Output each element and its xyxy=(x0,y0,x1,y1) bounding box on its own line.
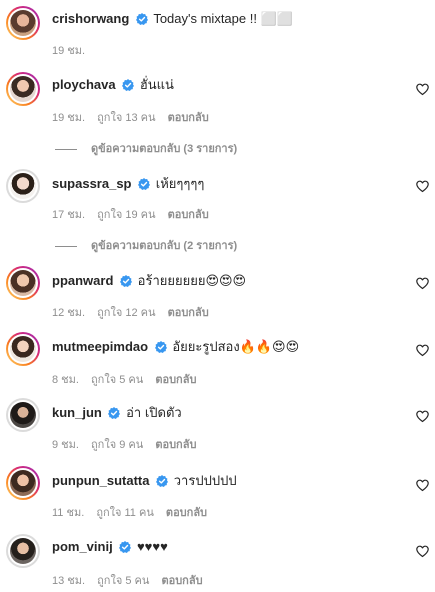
verified-badge-icon xyxy=(156,475,169,487)
reply-button[interactable]: ตอบกลับ xyxy=(168,112,209,124)
verified-badge-icon xyxy=(120,275,133,287)
comment-meta: 9 ชม. ถูกใจ 9 คน ตอบกลับ xyxy=(52,435,205,453)
avatar[interactable] xyxy=(6,72,40,106)
comment-meta: 19 ชม. ถูกใจ 13 คน ตอบกลับ xyxy=(52,108,218,126)
comment-row: punpun_sutatta วารปปปปป 11 ชม. ถูกใจ 11 … xyxy=(0,460,435,524)
like-count[interactable]: ถูกใจ 9 คน xyxy=(91,439,143,451)
reply-button[interactable]: ตอบกลับ xyxy=(168,307,209,319)
verified-badge-icon xyxy=(154,341,167,353)
like-count[interactable]: ถูกใจ 11 คน xyxy=(96,507,154,519)
comment-row: ploychava ฮั่นแน่ 19 ชม. ถูกใจ 13 คน ตอบ… xyxy=(0,66,435,162)
avatar[interactable] xyxy=(6,6,40,40)
timestamp[interactable]: 17 ชม. xyxy=(52,209,85,221)
timestamp[interactable]: 11 ชม. xyxy=(52,507,84,519)
heart-icon[interactable] xyxy=(416,410,429,423)
comment-text: เห้ยๆๆๆๆ xyxy=(155,176,205,191)
avatar[interactable] xyxy=(6,332,40,366)
comment-text: อ่า เปิดตัว xyxy=(126,405,182,420)
reply-button[interactable]: ตอบกลับ xyxy=(155,374,196,386)
reply-button[interactable]: ตอบกลับ xyxy=(166,507,207,519)
heart-icon[interactable] xyxy=(416,83,429,96)
timestamp[interactable]: 13 ชม. xyxy=(52,575,85,587)
comment-text: อร้ายยยยยย😍😍😍 xyxy=(137,273,247,288)
heart-icon[interactable] xyxy=(416,277,429,290)
verified-badge-icon xyxy=(108,407,121,419)
comment-meta: 17 ชม. ถูกใจ 19 คน ตอบกลับ xyxy=(52,205,218,223)
username[interactable]: ppanward xyxy=(52,273,113,288)
comment-text: วารปปปปป xyxy=(173,473,237,488)
comment-row: supassra_sp เห้ยๆๆๆๆ 17 ชม. ถูกใจ 19 คน … xyxy=(0,163,435,259)
like-count[interactable]: ถูกใจ 13 คน xyxy=(97,112,155,124)
comment-meta: 8 ชม. ถูกใจ 5 คน ตอบกลับ xyxy=(52,370,205,388)
divider xyxy=(55,245,77,247)
comment-row: pom_vinij ♥♥♥♥ 13 ชม. ถูกใจ 5 คน ตอบกลับ xyxy=(0,528,435,592)
verified-badge-icon xyxy=(135,13,148,25)
heart-icon[interactable] xyxy=(416,545,429,558)
timestamp[interactable]: 19 ชม. xyxy=(52,112,85,124)
caption-row: crishorwang Today's mixtape !! ⬜⬜ 19 ชม. xyxy=(0,0,435,60)
reply-button[interactable]: ตอบกลับ xyxy=(161,575,202,587)
heart-icon[interactable] xyxy=(416,180,429,193)
divider xyxy=(55,148,77,150)
username[interactable]: ploychava xyxy=(52,77,116,92)
avatar[interactable] xyxy=(6,169,40,203)
reply-button[interactable]: ตอบกลับ xyxy=(155,439,196,451)
verified-badge-icon xyxy=(119,541,132,553)
avatar[interactable] xyxy=(6,534,40,568)
timestamp[interactable]: 9 ชม. xyxy=(52,439,79,451)
view-replies-label: ดูข้อความตอบกลับ (2 รายการ) xyxy=(91,240,238,252)
avatar[interactable] xyxy=(6,466,40,500)
comment-text: อัยยะรูปสอง🔥🔥😍😍 xyxy=(172,339,300,354)
comment-text: ♥♥♥♥ xyxy=(136,539,168,554)
caption-meta: 19 ชม. xyxy=(52,41,94,59)
avatar[interactable] xyxy=(6,398,40,432)
comment-row: ppanward อร้ายยยยยย😍😍😍 12 ชม. ถูกใจ 12 ค… xyxy=(0,260,435,324)
username[interactable]: mutmeepimdao xyxy=(52,339,148,354)
avatar[interactable] xyxy=(6,266,40,300)
timestamp[interactable]: 8 ชม. xyxy=(52,374,79,386)
verified-badge-icon xyxy=(138,178,151,190)
like-count[interactable]: ถูกใจ 5 คน xyxy=(97,575,149,587)
heart-icon[interactable] xyxy=(416,479,429,492)
view-replies-button[interactable]: ดูข้อความตอบกลับ (3 รายการ) xyxy=(55,139,237,157)
view-replies-button[interactable]: ดูข้อความตอบกลับ (2 รายการ) xyxy=(55,236,237,254)
like-count[interactable]: ถูกใจ 12 คน xyxy=(97,307,155,319)
like-count[interactable]: ถูกใจ 19 คน xyxy=(97,209,155,221)
comment-text: ฮั่นแน่ xyxy=(139,77,174,92)
comment-meta: 13 ชม. ถูกใจ 5 คน ตอบกลับ xyxy=(52,571,212,589)
reply-button[interactable]: ตอบกลับ xyxy=(168,209,209,221)
comment-meta: 11 ชม. ถูกใจ 11 คน ตอบกลับ xyxy=(52,503,216,521)
caption-text: Today's mixtape !! ⬜⬜ xyxy=(153,11,293,26)
username[interactable]: kun_jun xyxy=(52,405,102,420)
comment-row: kun_jun อ่า เปิดตัว 9 ชม. ถูกใจ 9 คน ตอบ… xyxy=(0,392,435,456)
username[interactable]: supassra_sp xyxy=(52,176,132,191)
verified-badge-icon xyxy=(122,79,135,91)
timestamp[interactable]: 19 ชม. xyxy=(52,45,85,57)
username[interactable]: punpun_sutatta xyxy=(52,473,150,488)
view-replies-label: ดูข้อความตอบกลับ (3 รายการ) xyxy=(91,143,238,155)
timestamp[interactable]: 12 ชม. xyxy=(52,307,85,319)
comment-meta: 12 ชม. ถูกใจ 12 คน ตอบกลับ xyxy=(52,303,218,321)
username[interactable]: crishorwang xyxy=(52,11,129,26)
heart-icon[interactable] xyxy=(416,344,429,357)
username[interactable]: pom_vinij xyxy=(52,539,113,554)
like-count[interactable]: ถูกใจ 5 คน xyxy=(91,374,143,386)
comment-row: mutmeepimdao อัยยะรูปสอง🔥🔥😍😍 8 ชม. ถูกใจ… xyxy=(0,326,435,390)
